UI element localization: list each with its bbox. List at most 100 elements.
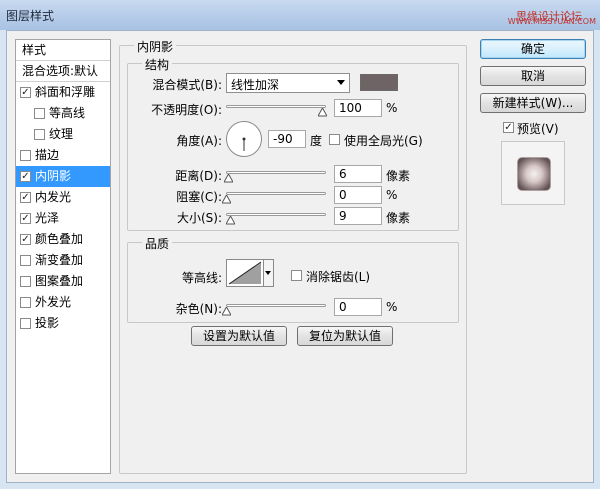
style-item-label: 斜面和浮雕 <box>35 85 96 99</box>
style-item-label: 纹理 <box>49 127 74 141</box>
distance-slider[interactable] <box>226 171 326 174</box>
preview-label: 预览(V) <box>517 122 559 136</box>
quality-group: 品质 等高线: 消除锯齿(L) 杂色(N): 0 % <box>127 235 459 323</box>
distance-label: 距离(D): <box>175 169 222 183</box>
size-slider-handle[interactable] <box>225 216 235 225</box>
antialias-label: 消除锯齿(L) <box>306 270 371 284</box>
style-item-checkbox[interactable] <box>20 255 31 266</box>
styles-list: 样式 混合选项:默认 ✓ 斜面和浮雕等高线纹理描边 ✓ 内阴影 ✓ 内发光 ✓ 光泽 ✓ 颜色叠加… <box>15 39 111 474</box>
choke-label: 阻塞(C): <box>176 190 222 204</box>
style-preview-swatch <box>517 157 551 191</box>
style-item-checkbox[interactable] <box>34 108 45 119</box>
dialog-body: 样式 混合选项:默认 ✓ 斜面和浮雕等高线纹理描边 ✓ 内阴影 ✓ 内发光 ✓ 光泽 ✓ 颜色叠加… <box>6 30 594 483</box>
contour-label: 等高线: <box>181 271 222 285</box>
opacity-slider[interactable] <box>226 105 326 108</box>
make-default-button[interactable]: 设置为默认值 <box>191 326 287 346</box>
noise-label: 杂色(N): <box>175 302 222 316</box>
antialias-checkbox[interactable] <box>291 270 302 281</box>
style-item[interactable]: 等高线 <box>16 103 110 124</box>
style-item-label: 等高线 <box>49 106 86 120</box>
style-item-checkbox[interactable] <box>34 129 45 140</box>
noise-slider-handle[interactable] <box>222 307 231 316</box>
shadow-color-swatch[interactable] <box>360 74 398 91</box>
style-item[interactable]: ✓ 内阴影 <box>16 166 110 187</box>
style-item-label: 内发光 <box>35 190 72 204</box>
style-item[interactable]: 渐变叠加 <box>16 250 110 271</box>
style-item[interactable]: ✓ 光泽 <box>16 208 110 229</box>
opacity-input[interactable]: 100 <box>334 99 382 117</box>
style-item[interactable]: ✓ 内发光 <box>16 187 110 208</box>
blend-options-item[interactable]: 混合选项:默认 <box>16 61 110 82</box>
contour-picker[interactable] <box>226 259 264 287</box>
choke-slider-handle[interactable] <box>222 195 231 204</box>
watermark-url: WWW.MISSYUAN.COM <box>507 17 596 26</box>
preview-checkbox[interactable]: ✓ <box>503 122 514 133</box>
style-item-checkbox[interactable]: ✓ <box>20 192 31 203</box>
distance-slider-handle[interactable] <box>223 174 233 183</box>
choke-slider[interactable] <box>226 192 326 195</box>
style-item[interactable]: ✓ 斜面和浮雕 <box>16 82 110 103</box>
title-bar: 图层样式 思缘设计论坛 WWW.MISSYUAN.COM <box>0 0 600 30</box>
style-item[interactable]: ✓ 颜色叠加 <box>16 229 110 250</box>
style-item-checkbox[interactable] <box>20 318 31 329</box>
contour-dropdown[interactable] <box>264 259 274 287</box>
blend-mode-select[interactable]: 线性加深 <box>226 73 350 93</box>
noise-input[interactable]: 0 <box>334 298 382 316</box>
style-item-checkbox[interactable]: ✓ <box>20 171 31 182</box>
choke-input[interactable]: 0 <box>334 186 382 204</box>
angle-dial-indicator <box>242 137 246 151</box>
angle-unit: 度 <box>310 134 323 148</box>
style-item[interactable]: 投影 <box>16 313 110 334</box>
quality-title: 品质 <box>142 235 173 252</box>
style-preview <box>501 141 565 205</box>
style-item-label: 投影 <box>35 316 60 330</box>
styles-header[interactable]: 样式 <box>16 40 110 61</box>
structure-title: 结构 <box>142 56 173 73</box>
global-light-checkbox[interactable] <box>329 134 340 145</box>
distance-unit: 像素 <box>386 169 411 183</box>
style-item-label: 图案叠加 <box>35 274 84 288</box>
noise-slider[interactable] <box>226 304 326 307</box>
style-item-checkbox[interactable] <box>20 276 31 287</box>
style-item-label: 描边 <box>35 148 60 162</box>
style-item-label: 外发光 <box>35 295 72 309</box>
style-item-label: 渐变叠加 <box>35 253 84 267</box>
style-item-checkbox[interactable]: ✓ <box>20 234 31 245</box>
style-item-label: 内阴影 <box>35 169 72 183</box>
window-title: 图层样式 <box>6 9 55 23</box>
opacity-unit: % <box>386 101 398 115</box>
structure-group: 结构 混合模式(B): 线性加深 不透明度(O): 100 % 角度(A): -… <box>127 56 459 231</box>
style-item[interactable]: 纹理 <box>16 124 110 145</box>
chevron-down-icon <box>337 80 345 85</box>
chevron-down-icon <box>265 271 271 275</box>
inner-shadow-panel: 内阴影 结构 混合模式(B): 线性加深 不透明度(O): 100 % 角度(A… <box>119 38 467 474</box>
angle-input[interactable]: -90 <box>268 130 306 148</box>
opacity-label: 不透明度(O): <box>151 103 222 117</box>
choke-unit: % <box>386 188 398 202</box>
distance-input[interactable]: 6 <box>334 165 382 183</box>
opacity-slider-handle[interactable] <box>318 108 327 117</box>
style-item-label: 光泽 <box>35 211 60 225</box>
new-style-button[interactable]: 新建样式(W)... <box>480 93 586 113</box>
ok-button[interactable]: 确定 <box>480 39 586 59</box>
reset-default-button[interactable]: 复位为默认值 <box>297 326 393 346</box>
style-item-checkbox[interactable]: ✓ <box>20 213 31 224</box>
style-item[interactable]: 外发光 <box>16 292 110 313</box>
blend-mode-label: 混合模式(B): <box>152 78 222 92</box>
contour-preview-icon <box>228 261 262 285</box>
size-label: 大小(S): <box>176 211 222 225</box>
angle-dial[interactable] <box>226 121 262 157</box>
size-input[interactable]: 9 <box>334 207 382 225</box>
noise-unit: % <box>386 300 398 314</box>
style-item[interactable]: 图案叠加 <box>16 271 110 292</box>
blend-mode-value: 线性加深 <box>231 78 280 92</box>
style-item[interactable]: 描边 <box>16 145 110 166</box>
style-item-checkbox[interactable]: ✓ <box>20 87 31 98</box>
size-unit: 像素 <box>386 211 411 225</box>
cancel-button[interactable]: 取消 <box>480 66 586 86</box>
style-item-checkbox[interactable] <box>20 150 31 161</box>
panel-title: 内阴影 <box>134 38 177 55</box>
size-slider[interactable] <box>226 213 326 216</box>
global-light-label: 使用全局光(G) <box>344 134 423 148</box>
style-item-checkbox[interactable] <box>20 297 31 308</box>
